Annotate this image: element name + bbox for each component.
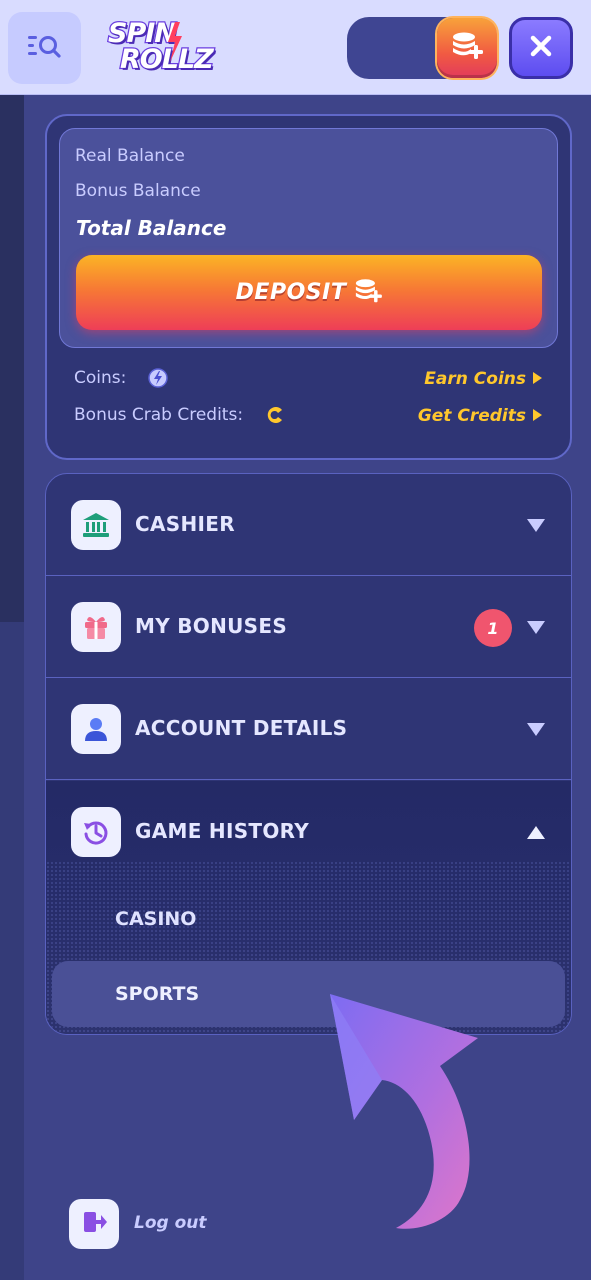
menu-item-label: MY BONUSES (135, 614, 288, 638)
crab-credit-icon (266, 405, 286, 429)
caret-right-icon (532, 369, 542, 389)
top-header: SPIN ROLLZ (0, 0, 591, 95)
account-menu: CASHIER MY BONUSES 1 ACCOUNT DETAILS GAM… (45, 473, 572, 1035)
chevron-down-icon (527, 517, 545, 536)
menu-item-account-details[interactable]: ACCOUNT DETAILS (46, 678, 571, 780)
submenu-sports[interactable]: SPORTS (115, 983, 199, 1005)
menu-item-label: GAME HISTORY (135, 819, 310, 843)
menu-item-label: ACCOUNT DETAILS (135, 716, 348, 740)
earn-coins-link[interactable]: Earn Coins (420, 367, 542, 391)
total-balance-label: Total Balance (76, 216, 227, 240)
submenu-casino[interactable]: CASINO (115, 908, 196, 930)
logo-bolt-icon (166, 22, 184, 66)
logout-label[interactable]: Log out (134, 1213, 207, 1233)
real-balance-label: Real Balance (75, 146, 185, 166)
bonus-count-badge: 1 (474, 609, 512, 647)
close-icon (530, 35, 552, 61)
get-credits-label: Get Credits (417, 406, 526, 426)
chevron-down-icon (527, 721, 545, 740)
close-menu-button[interactable] (509, 17, 573, 79)
coins-plus-icon (451, 31, 483, 65)
logout-button[interactable] (69, 1199, 119, 1249)
earn-coins-label: Earn Coins (424, 369, 526, 389)
chevron-down-icon (527, 619, 545, 638)
lightning-coin-icon (148, 368, 168, 392)
bank-icon (71, 500, 121, 550)
deposit-button[interactable]: DEPOSIT (76, 255, 542, 330)
gift-icon (71, 602, 121, 652)
coins-plus-icon (354, 278, 383, 308)
deposit-label: DEPOSIT (235, 280, 347, 305)
caret-right-icon (532, 406, 542, 426)
chevron-up-icon (527, 824, 545, 843)
left-strip (0, 95, 24, 1280)
history-icon (71, 807, 121, 857)
user-icon (71, 704, 121, 754)
logout-icon (81, 1209, 107, 1239)
coins-label: Coins: (74, 368, 127, 388)
menu-item-game-history[interactable]: GAME HISTORY (46, 781, 571, 883)
menu-item-label: CASHIER (135, 512, 235, 536)
menu-item-cashier[interactable]: CASHIER (46, 474, 571, 576)
bonus-balance-label: Bonus Balance (75, 181, 201, 201)
spinrollz-logo[interactable]: SPIN ROLLZ (106, 17, 218, 78)
menu-item-my-bonuses[interactable]: MY BONUSES 1 (46, 576, 571, 678)
pointer-arrow-icon (300, 980, 500, 1244)
left-strip-shade (0, 95, 24, 622)
get-credits-link[interactable]: Get Credits (414, 404, 542, 428)
search-button[interactable] (8, 12, 81, 84)
search-list-icon (27, 32, 62, 64)
crab-credits-label: Bonus Crab Credits: (74, 405, 244, 425)
add-coins-button[interactable] (437, 18, 497, 78)
